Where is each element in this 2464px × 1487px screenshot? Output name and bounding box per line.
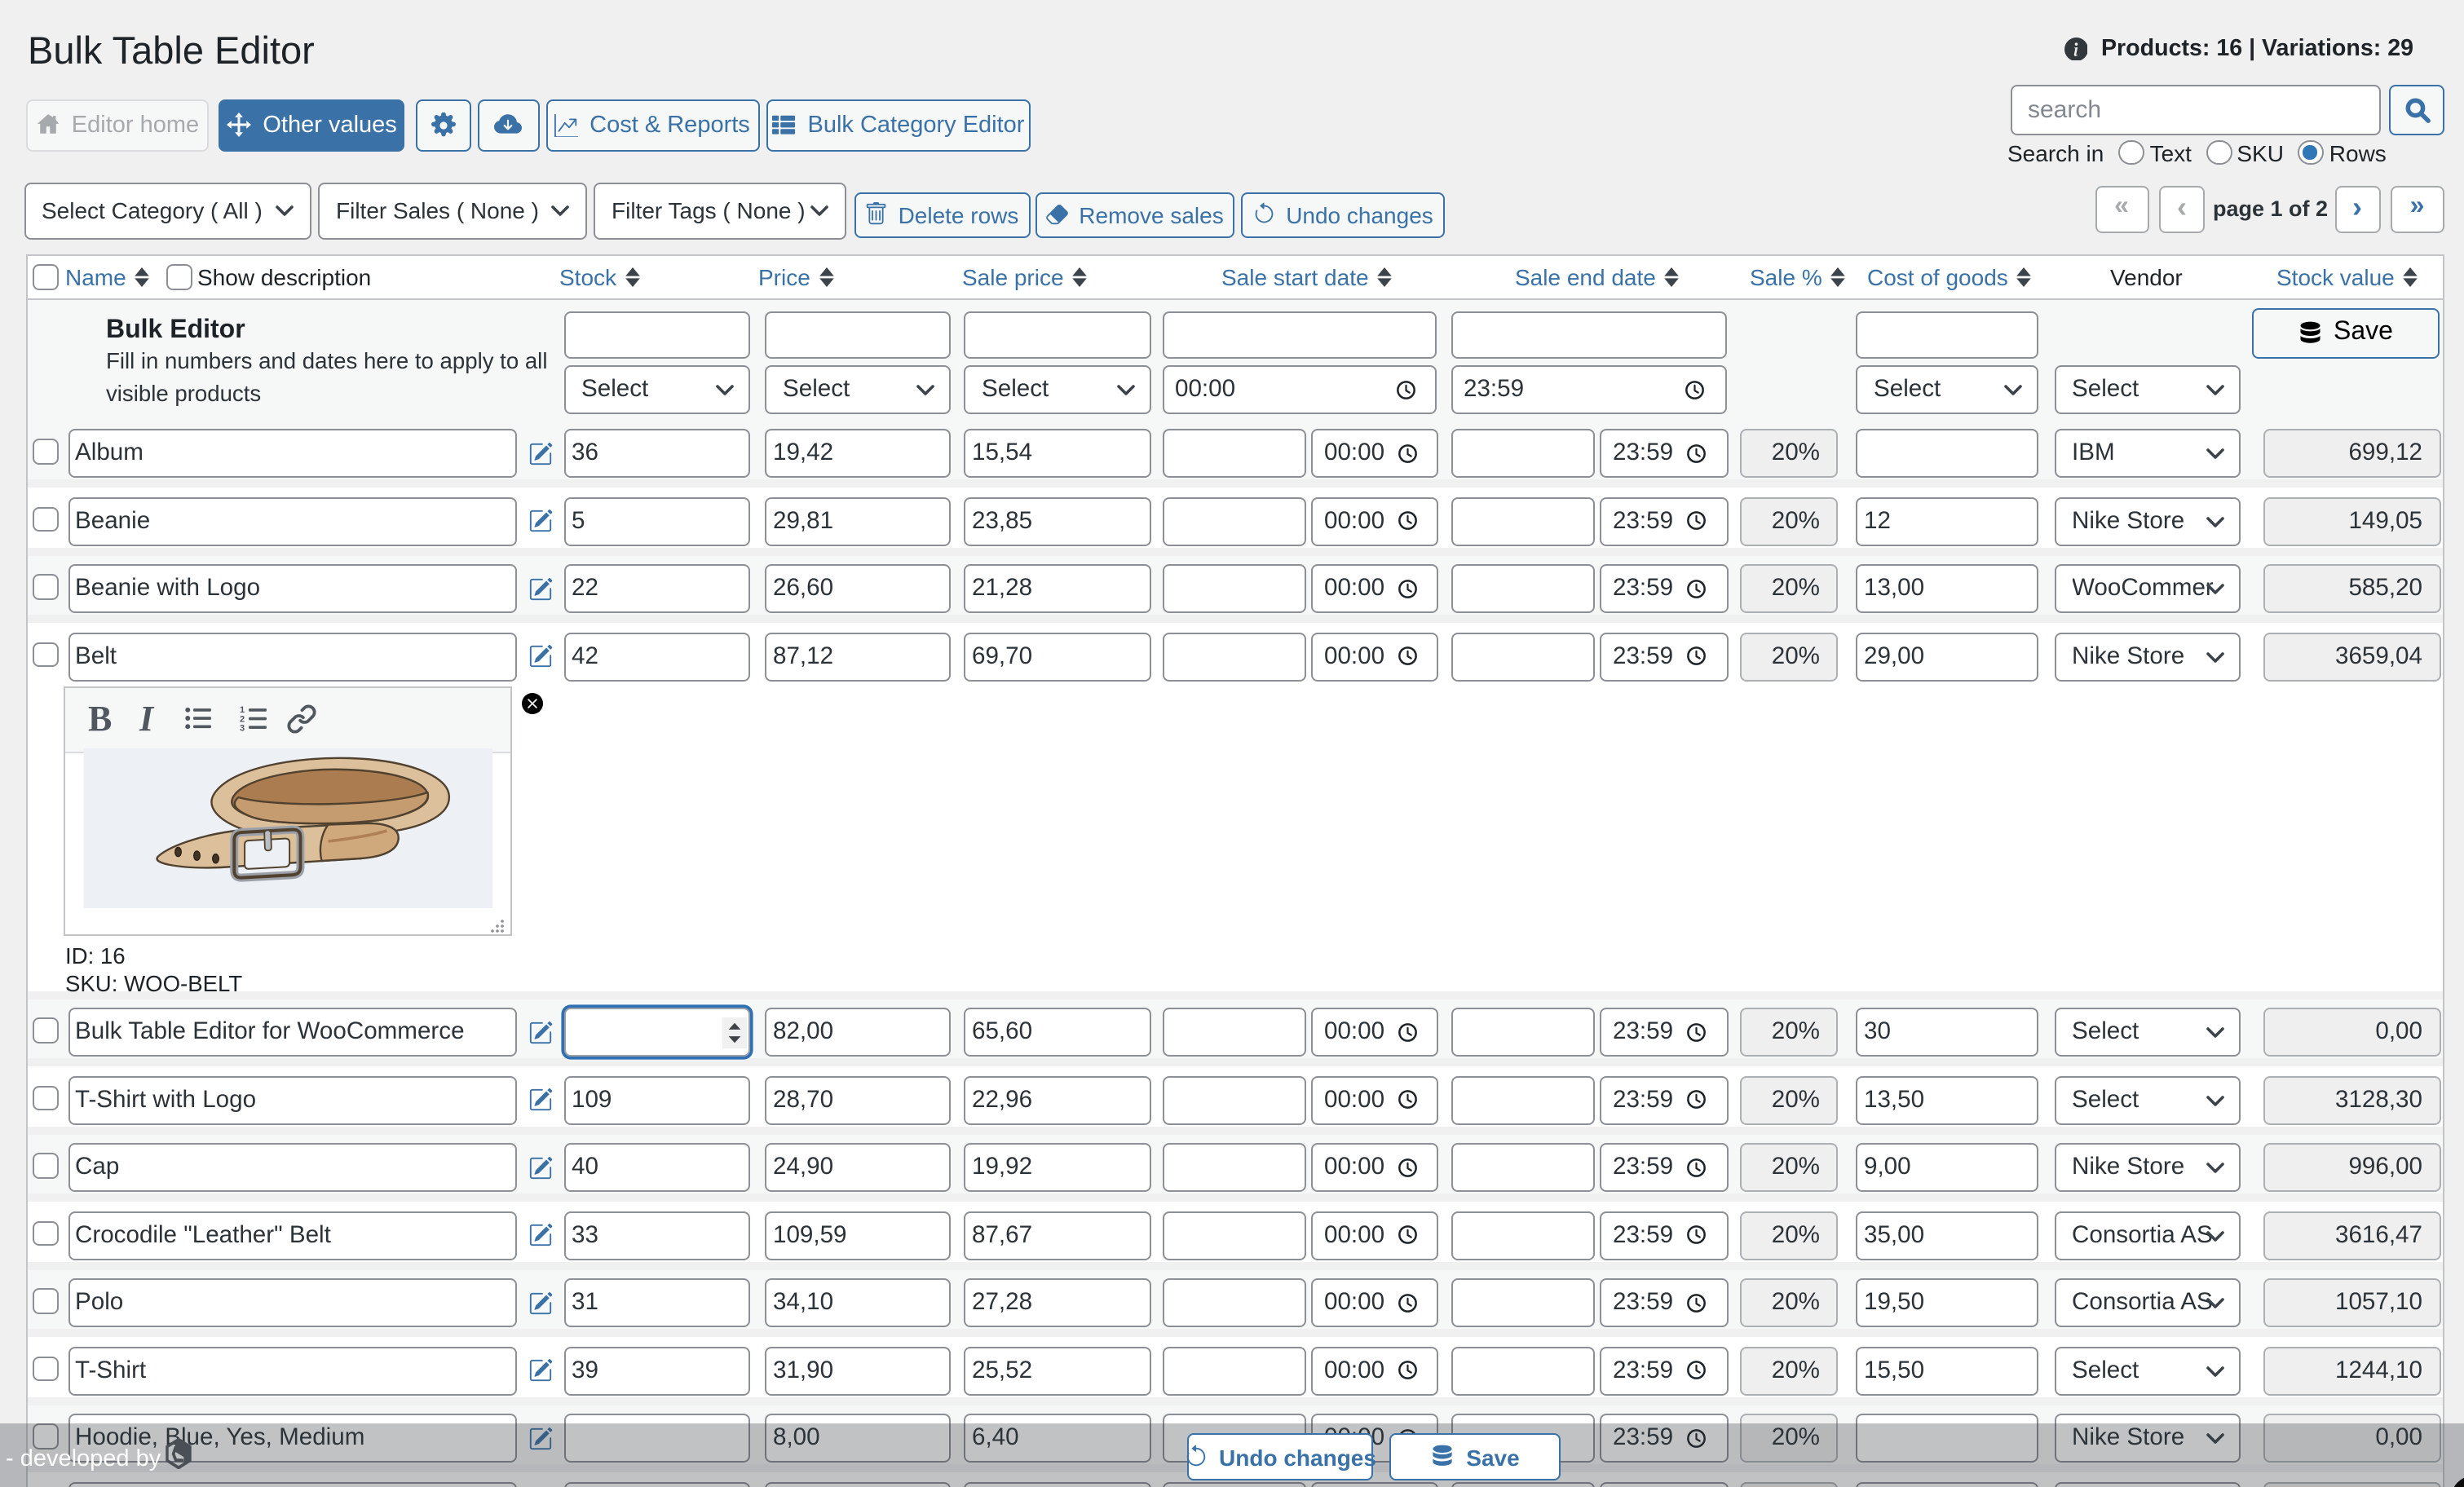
svg-text:3: 3	[240, 724, 245, 732]
svg-text:1: 1	[240, 705, 245, 715]
svg-text:2: 2	[240, 714, 245, 724]
